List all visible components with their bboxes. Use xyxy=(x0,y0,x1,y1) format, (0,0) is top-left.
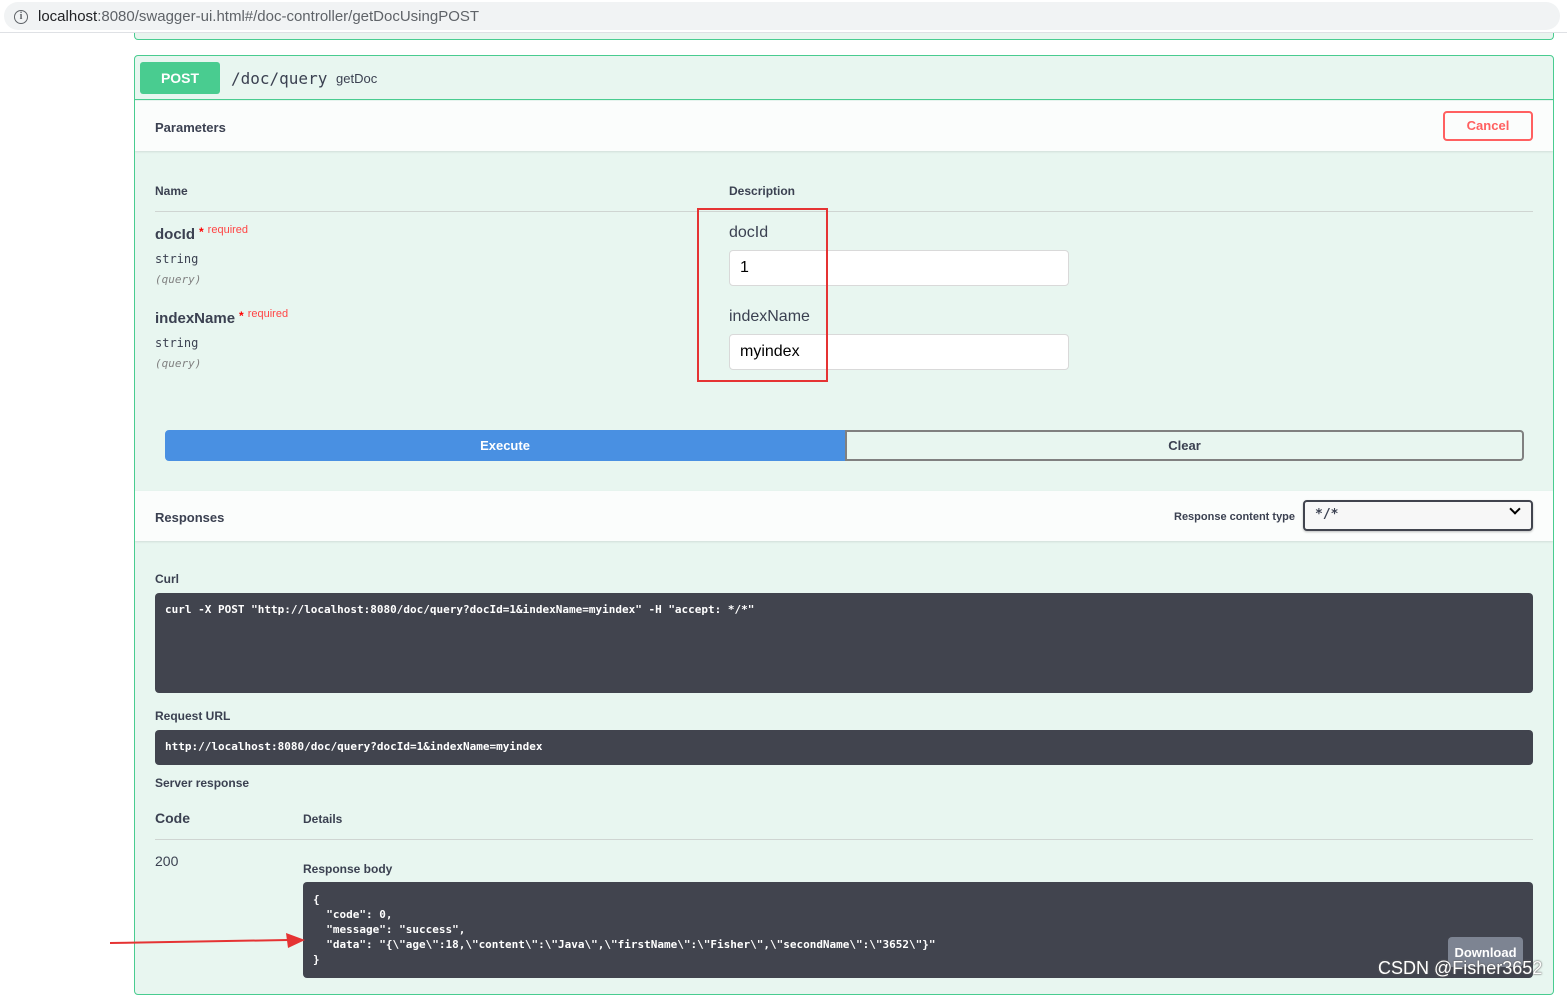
chevron-down-icon xyxy=(1509,503,1521,515)
param-name-text: indexName xyxy=(155,310,236,327)
operation-summary-text: getDoc xyxy=(336,71,378,86)
arrow-head xyxy=(286,933,305,948)
request-url-block[interactable]: http://localhost:8080/doc/query?docId=1&… xyxy=(155,730,1533,765)
divider xyxy=(155,839,1533,840)
param-name-docid: docId * required xyxy=(155,224,249,243)
annotation-highlight-box xyxy=(697,208,828,382)
param-location: (query) xyxy=(155,273,202,286)
browser-address-bar: i localhost:8080/swagger-ui.html#/doc-co… xyxy=(0,0,1567,33)
operation-path: /doc/query xyxy=(231,69,328,88)
curl-label: Curl xyxy=(155,572,179,586)
response-content-type-select[interactable]: */* xyxy=(1303,500,1533,531)
curl-code-block[interactable]: curl -X POST "http://localhost:8080/doc/… xyxy=(155,593,1533,693)
param-name-indexname: indexName * required xyxy=(155,308,289,327)
responses-header: Responses Response content type */* xyxy=(135,491,1553,541)
watermark: CSDN @Fisher3652 xyxy=(1378,958,1543,978)
parameters-header: Parameters Cancel xyxy=(135,101,1553,151)
execute-button[interactable]: Execute xyxy=(165,430,845,461)
parameters-title: Parameters xyxy=(155,120,226,135)
arrow-shaft xyxy=(110,939,289,944)
required-label: required xyxy=(207,224,249,236)
info-icon[interactable]: i xyxy=(14,10,28,24)
details-column-header: Details xyxy=(303,812,343,826)
operation-summary[interactable]: POST /doc/query getDoc xyxy=(135,56,1553,100)
selected-content-type: */* xyxy=(1315,507,1339,522)
server-response-label: Server response xyxy=(155,776,250,790)
param-location: (query) xyxy=(155,357,202,370)
clear-button[interactable]: Clear xyxy=(845,430,1524,461)
annotation-arrow xyxy=(110,933,305,948)
cancel-button[interactable]: Cancel xyxy=(1443,111,1533,141)
code-column-header: Code xyxy=(155,810,190,826)
execute-button-group: Execute Clear xyxy=(165,430,1524,461)
response-body-label: Response body xyxy=(303,862,393,876)
responses-title: Responses xyxy=(155,510,225,525)
response-content-type-label: Response content type xyxy=(1174,511,1296,523)
divider xyxy=(155,211,1533,212)
request-url-label: Request URL xyxy=(155,709,231,723)
column-header-name: Name xyxy=(155,184,188,198)
method-badge: POST xyxy=(140,62,220,94)
url-text: localhost:8080/swagger-ui.html#/doc-cont… xyxy=(38,8,479,25)
param-type: string xyxy=(155,336,199,350)
previous-operation-block xyxy=(134,33,1554,40)
param-name-text: docId xyxy=(155,226,195,243)
param-type: string xyxy=(155,252,199,266)
url-field[interactable]: i localhost:8080/swagger-ui.html#/doc-co… xyxy=(4,2,1560,30)
url-host: localhost xyxy=(38,8,98,25)
url-path: :8080/swagger-ui.html#/doc-controller/ge… xyxy=(97,8,480,25)
required-label: required xyxy=(247,308,289,320)
operation-block-post: POST /doc/query getDoc Parameters Cancel… xyxy=(134,55,1554,995)
response-body-block[interactable]: { "code": 0, "message": "success", "data… xyxy=(303,882,1533,978)
required-star: * xyxy=(199,225,204,239)
status-code: 200 xyxy=(155,853,179,869)
required-star: * xyxy=(239,309,244,323)
column-header-description: Description xyxy=(729,184,796,198)
